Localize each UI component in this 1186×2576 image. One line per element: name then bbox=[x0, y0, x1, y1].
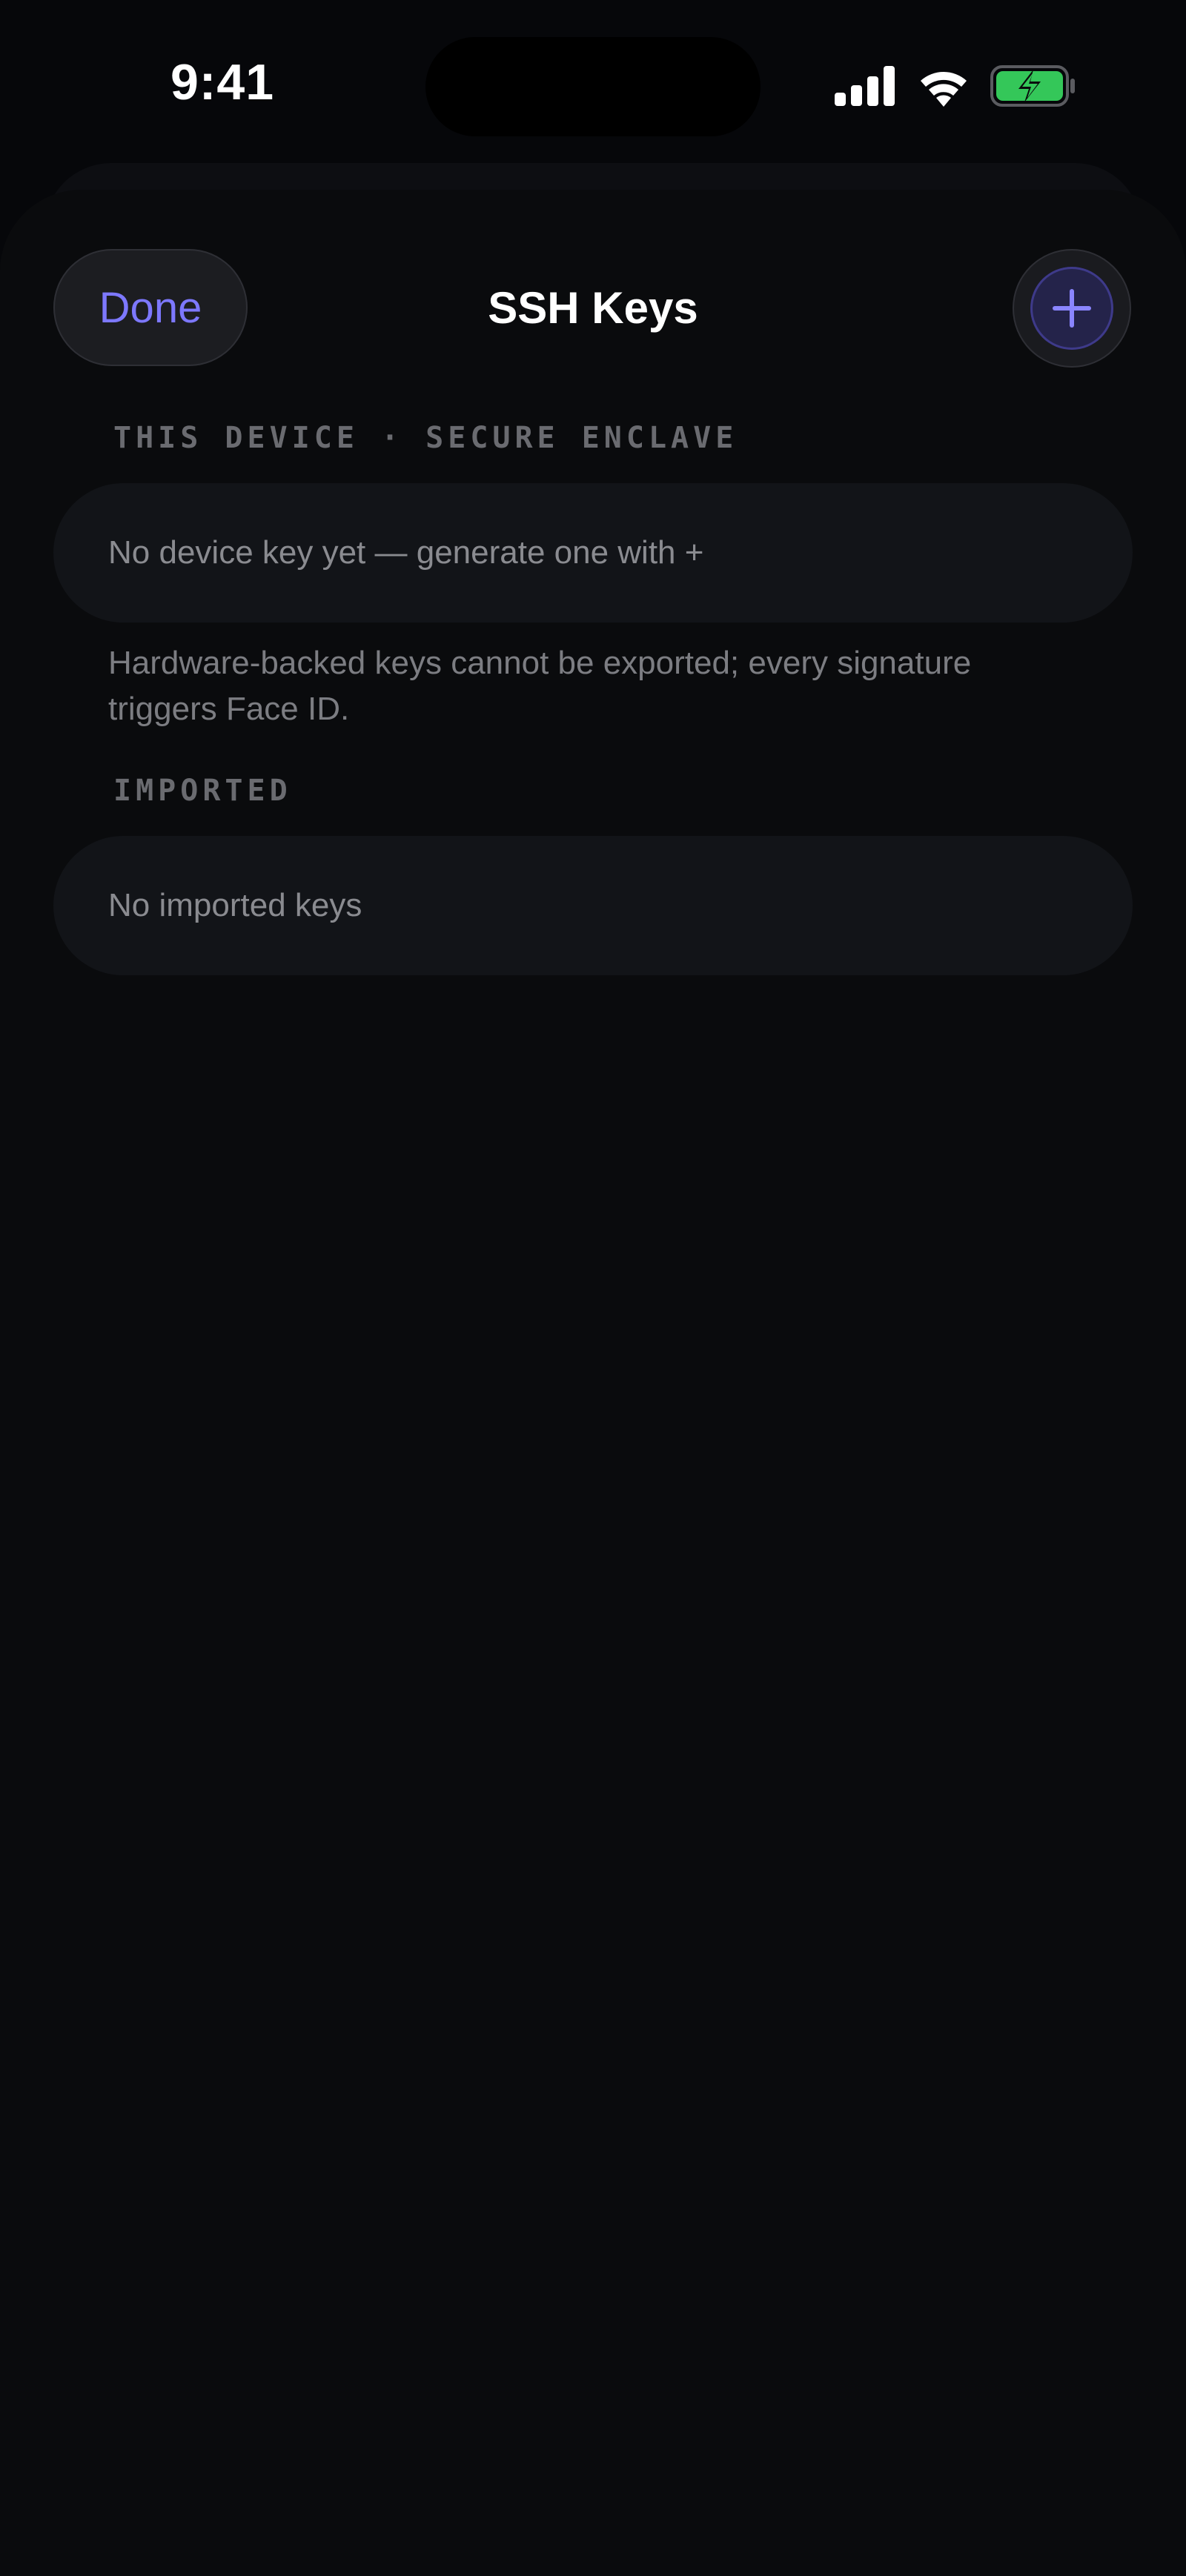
imported-keys-empty-card: No imported keys bbox=[53, 836, 1133, 975]
navigation-bar: Done SSH Keys bbox=[0, 249, 1186, 368]
status-time: 9:41 bbox=[170, 54, 275, 110]
cellular-signal-icon bbox=[835, 66, 897, 106]
status-icons bbox=[835, 64, 1076, 108]
done-button[interactable]: Done bbox=[53, 249, 248, 366]
device-key-footnote: Hardware-backed keys cannot be exported;… bbox=[108, 645, 972, 727]
section-header-imported: IMPORTED bbox=[113, 774, 292, 808]
add-key-button[interactable] bbox=[1013, 249, 1131, 368]
device-key-empty-card: No device key yet — generate one with + bbox=[53, 483, 1133, 623]
plus-icon bbox=[1030, 267, 1113, 350]
wifi-icon bbox=[916, 65, 971, 107]
ssh-keys-sheet: Done SSH Keys THIS DEVICE · SECURE ENCLA… bbox=[0, 190, 1186, 2576]
status-bar: 9:41 bbox=[0, 0, 1186, 170]
dynamic-island bbox=[425, 37, 761, 136]
battery-charging-icon bbox=[990, 65, 1076, 107]
device-key-empty-text: No device key yet — generate one with + bbox=[108, 534, 704, 571]
section-header-device: THIS DEVICE · SECURE ENCLAVE bbox=[113, 421, 738, 455]
imported-keys-empty-text: No imported keys bbox=[108, 887, 362, 923]
page-title: SSH Keys bbox=[488, 282, 698, 333]
